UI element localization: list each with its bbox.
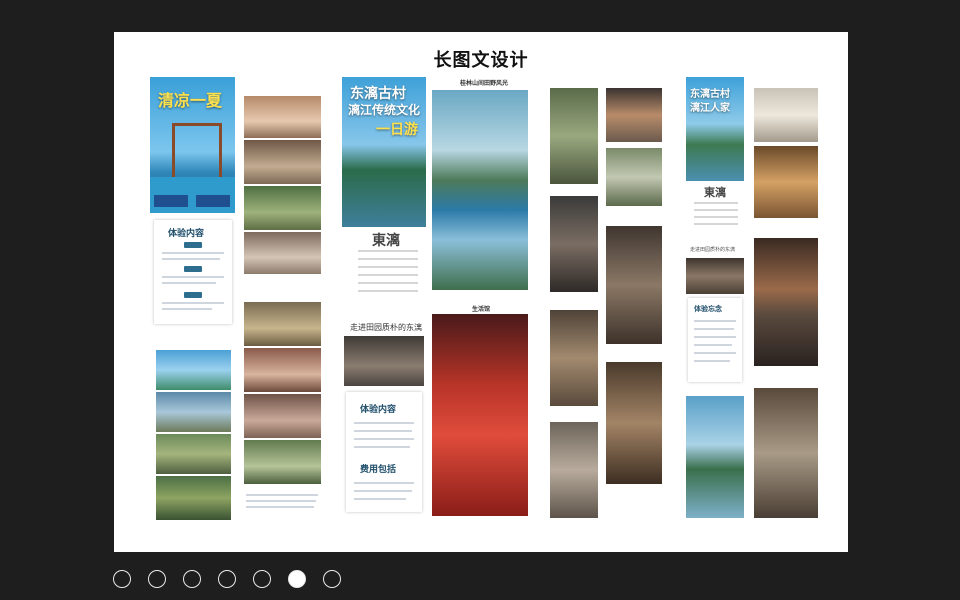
photo-2f [244, 348, 321, 392]
summer-poster: 清凉一夏 [150, 77, 235, 213]
dongli-poster-line3: 一日游 [376, 122, 418, 138]
pager-dot-3[interactable] [183, 570, 201, 588]
wedding-caption: 生活馆 [472, 306, 491, 313]
experience-card-1-title: 体验内容 [168, 229, 205, 239]
pager-dot-4[interactable] [218, 570, 236, 588]
photo-5d [550, 422, 598, 518]
pager-dot-2[interactable] [148, 570, 166, 588]
experience-card-2: 体验内容 费用包括 [346, 392, 422, 512]
photo-6d [606, 362, 662, 484]
slide-canvas: 长图文设计 清凉一夏 体验内容 东漓古村 漓江传统文化 一日游 東漓 走进田园质… [114, 32, 848, 552]
experience-card-3: 体验忘念 [688, 298, 742, 382]
photo-1d [156, 476, 231, 520]
photo-5a [550, 88, 598, 184]
experience-card-2-sub: 费用包括 [360, 465, 397, 475]
photo-1a [156, 350, 231, 390]
photo-4a [432, 90, 528, 290]
photo-2a [244, 96, 321, 138]
experience-card-3-title: 体验忘念 [694, 305, 722, 313]
lijiang-poster: 东漓古村 漓江人家 [686, 77, 744, 181]
photo-1c [156, 434, 231, 474]
slide-title: 长图文设计 [433, 50, 529, 71]
photo-2b [244, 140, 321, 184]
dongli-poster-line2: 漓江传统文化 [348, 103, 421, 117]
lijiang-poster-line2: 漓江人家 [690, 103, 730, 114]
dongli-poster: 东漓古村 漓江传统文化 一日游 [342, 77, 426, 227]
photo-1b [156, 392, 231, 432]
photo-6c [606, 226, 662, 344]
photo-8d [754, 388, 818, 518]
photo-2c [244, 186, 321, 230]
photo-3a [344, 336, 424, 386]
lijiang-poster-line1: 东漓古村 [690, 89, 730, 100]
summer-poster-title: 清凉一夏 [158, 91, 223, 110]
dongli-heading: 東漓 [372, 233, 400, 249]
photo-7a [686, 258, 744, 294]
experience-card-2-title: 体验内容 [360, 405, 397, 415]
photo-2g [244, 394, 321, 438]
caption-b: 走进田园质朴的东漓 [690, 247, 736, 253]
photo-8b [754, 146, 818, 218]
photo-2h [244, 440, 321, 484]
photo-5c [550, 310, 598, 406]
dongli-poster-line1: 东漓古村 [350, 86, 406, 102]
caption-a: 走进田园质朴的东漓 [350, 323, 422, 332]
photo-5b [550, 196, 598, 292]
photo-6b [606, 148, 662, 206]
photo-7b [686, 396, 744, 518]
photo-2d [244, 232, 321, 274]
photo-8c [754, 238, 818, 366]
hill-caption: 桂林山间田野风光 [460, 80, 509, 87]
photo-8a [754, 88, 818, 142]
photo-4b [432, 314, 528, 516]
dongli-heading-2: 東漓 [704, 186, 726, 199]
pager-dot-1[interactable] [113, 570, 131, 588]
photo-2e [244, 302, 321, 346]
pager-dot-6[interactable] [288, 570, 306, 588]
pager-dot-5[interactable] [253, 570, 271, 588]
pager-dot-7[interactable] [323, 570, 341, 588]
experience-card-1: 体验内容 [154, 220, 232, 324]
photo-6a [606, 88, 662, 142]
